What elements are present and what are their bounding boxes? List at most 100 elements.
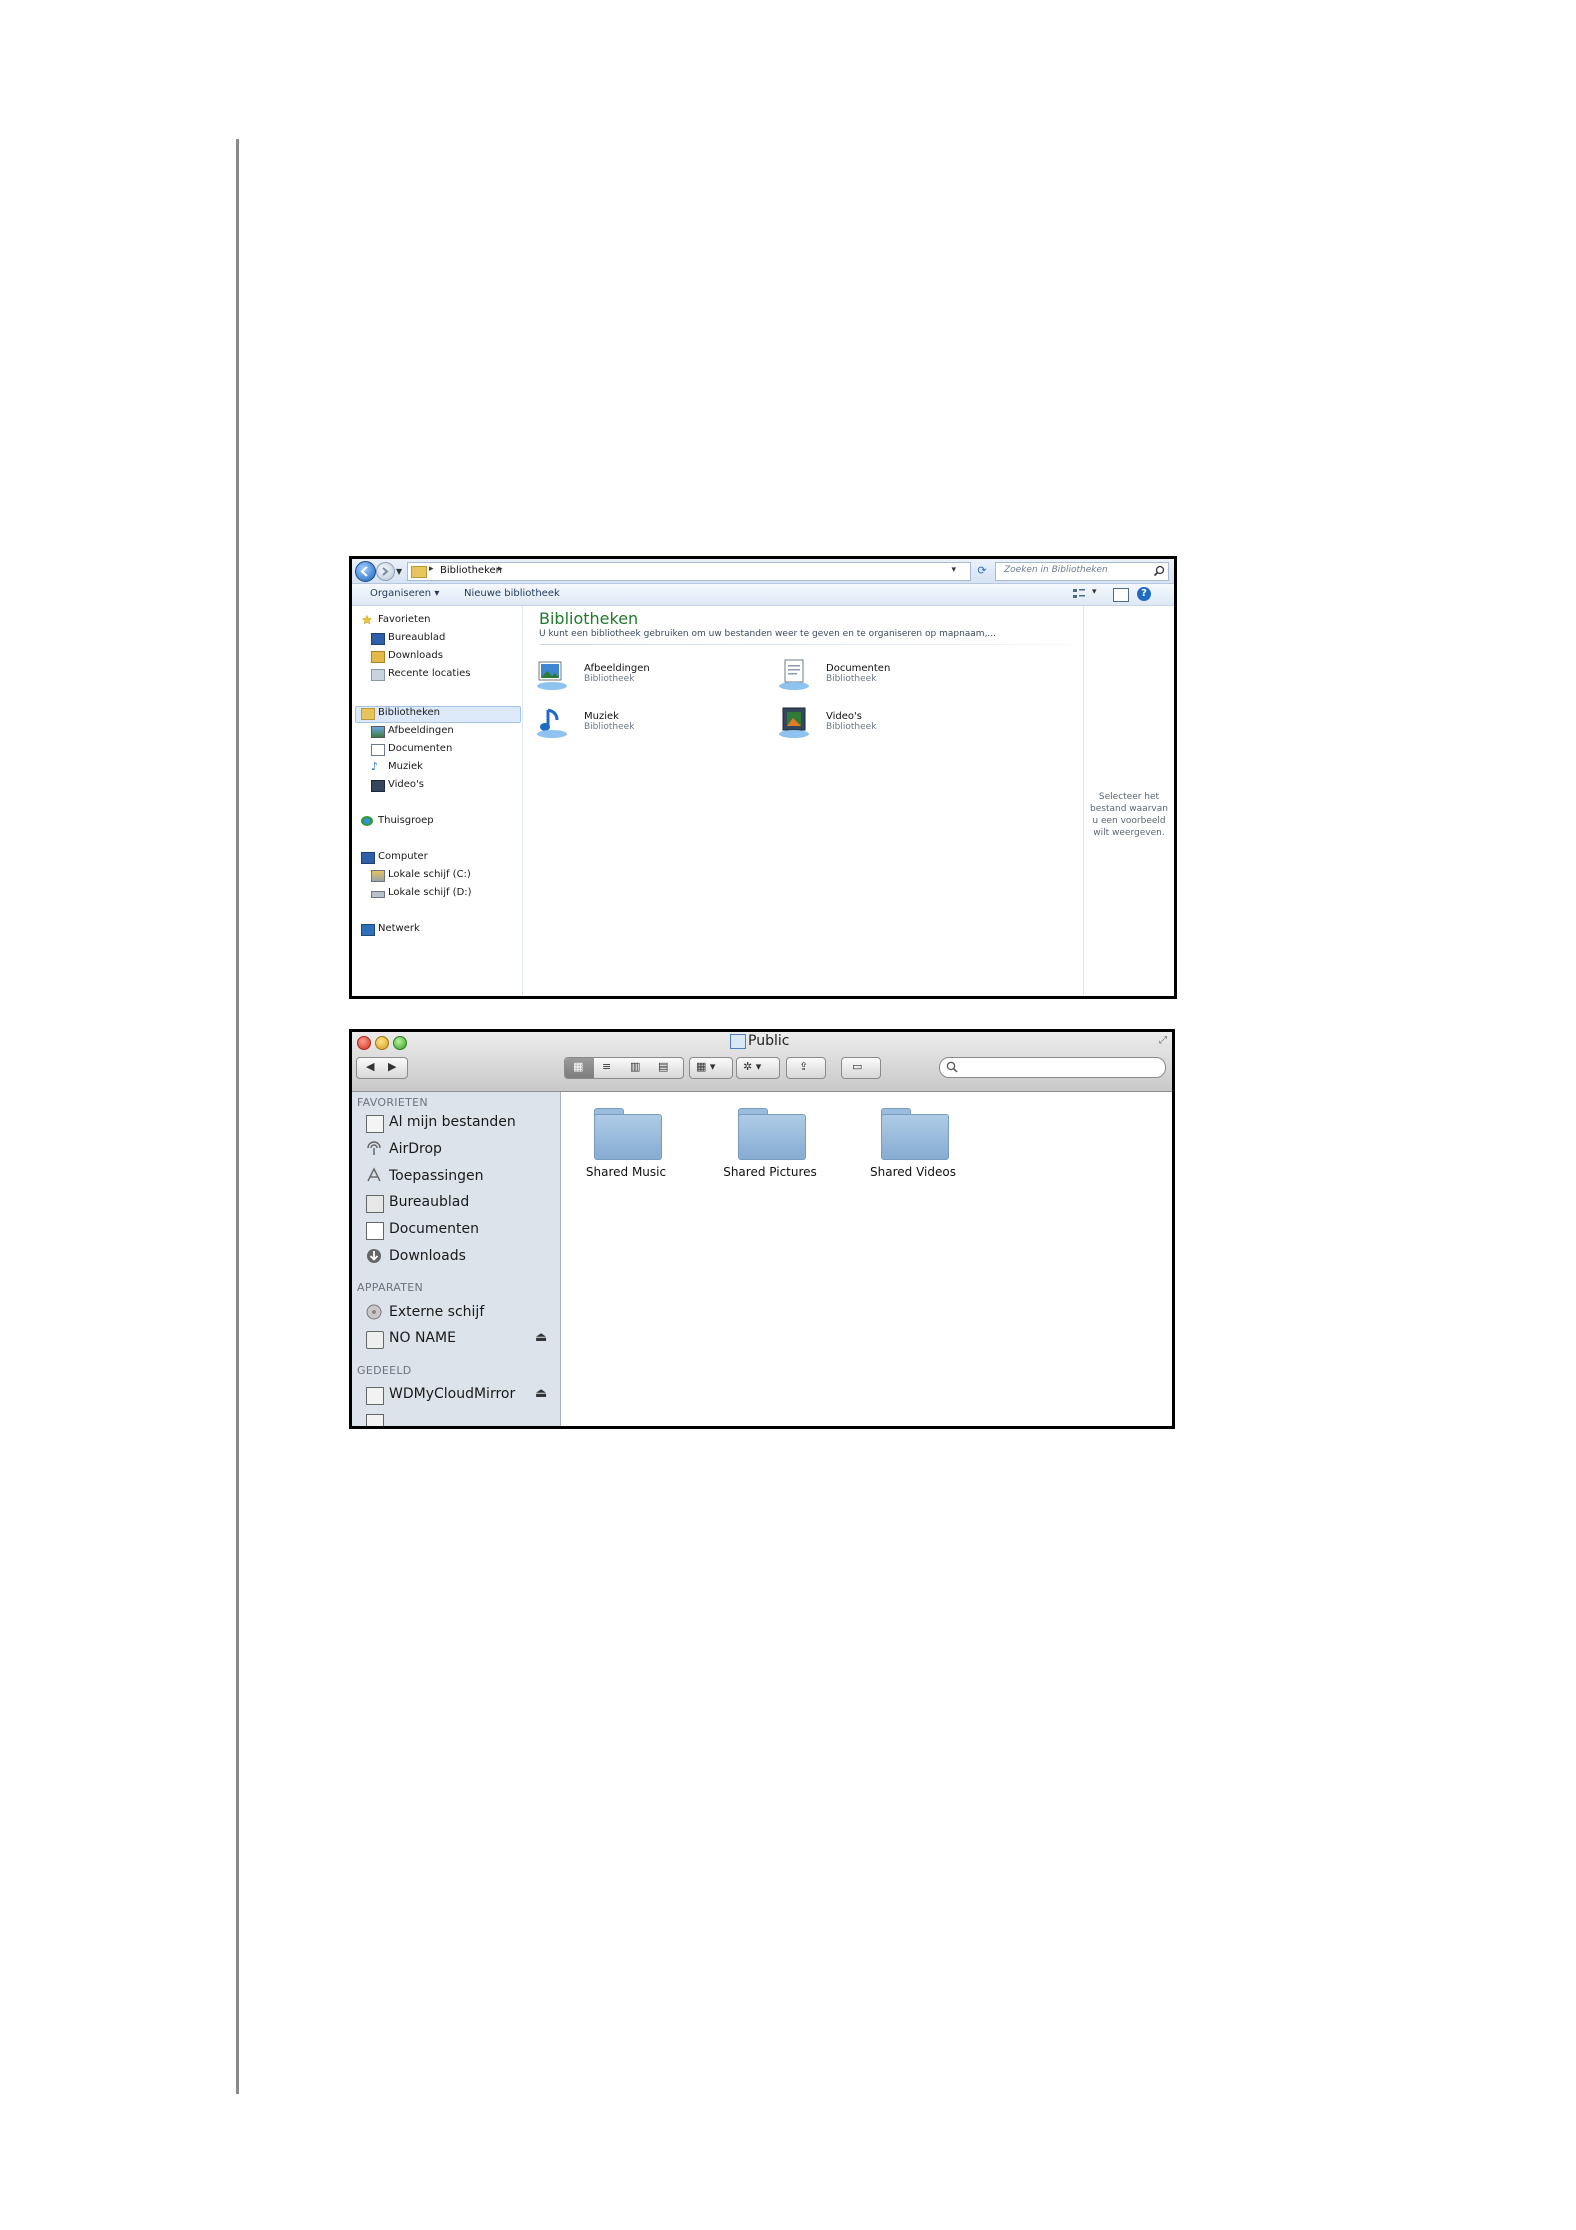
nav-item-label: Lokale schijf (C:) — [388, 869, 471, 880]
library-type: Bibliotheek — [826, 722, 877, 732]
nav-item-music[interactable]: ♪ Muziek — [371, 761, 423, 772]
nav-item-network[interactable]: Netwerk — [361, 923, 420, 936]
command-bar: Organiseren ▾ Nieuwe bibliotheek ▾ ? — [352, 584, 1174, 606]
folder-label: Shared Pictures — [723, 1165, 817, 1179]
nav-item-videos[interactable]: Video's — [371, 779, 424, 792]
folder-shared-pictures[interactable]: Shared Pictures — [710, 1098, 830, 1188]
nav-item-label: Documenten — [388, 743, 453, 754]
videos-library-icon — [779, 707, 809, 738]
nav-item-label: Recente locaties — [388, 668, 471, 679]
column-view-icon[interactable]: ▥ — [630, 1060, 640, 1073]
library-type: Bibliotheek — [826, 674, 877, 684]
view-dropdown-icon[interactable]: ▾ — [1092, 587, 1097, 597]
sidebar-item-documents[interactable]: Documenten — [389, 1221, 479, 1237]
nav-item-drive-c[interactable]: Lokale schijf (C:) — [371, 869, 471, 882]
nav-item-documents[interactable]: Documenten — [371, 743, 453, 756]
back-forward-control[interactable]: ◀ ▶ — [356, 1057, 408, 1079]
new-library-button[interactable]: Nieuwe bibliotheek — [464, 588, 560, 599]
library-item-music[interactable]: Muziek Bibliotheek — [535, 706, 735, 746]
all-files-icon — [366, 1115, 384, 1133]
nav-item-desktop[interactable]: Bureaublad — [371, 632, 446, 645]
eject-icon[interactable]: ⏏ — [535, 1386, 547, 1401]
breadcrumb-bar[interactable]: ▸ Bibliotheken ▸ ▾ — [407, 562, 971, 581]
recent-pages-dropdown[interactable]: ▼ — [396, 567, 402, 576]
tag-icon: ▭ — [852, 1060, 863, 1073]
page-description: U kunt een bibliotheek gebruiken om uw b… — [539, 629, 997, 639]
back-button[interactable] — [355, 561, 376, 582]
organize-menu[interactable]: Organiseren ▾ — [370, 588, 439, 599]
arrange-button[interactable]: ▦ ▾ — [689, 1057, 733, 1079]
sidebar-item-desktop[interactable]: Bureaublad — [389, 1194, 469, 1210]
folder-icon — [594, 1114, 662, 1160]
list-view-icon[interactable]: ≡ — [602, 1060, 611, 1073]
library-item-pictures[interactable]: Afbeeldingen Bibliotheek — [535, 658, 735, 698]
refresh-button[interactable]: ⟳ — [973, 562, 991, 579]
network-drive-icon — [366, 1387, 384, 1405]
nav-item-drive-d[interactable]: Lokale schijf (D:) — [371, 887, 472, 898]
back-arrow-icon[interactable]: ◀ — [366, 1060, 374, 1073]
nav-item-label: Bureaublad — [388, 632, 446, 643]
library-name: Afbeeldingen — [584, 663, 650, 674]
zoom-button[interactable] — [393, 1036, 407, 1050]
public-folder-icon — [730, 1034, 746, 1049]
sidebar-item-airdrop[interactable]: AirDrop — [389, 1141, 442, 1157]
nav-item-libraries[interactable]: Bibliotheken — [361, 707, 440, 720]
search-input[interactable] — [939, 1057, 1166, 1078]
sidebar-item-applications[interactable]: Toepassingen — [389, 1168, 484, 1184]
sidebar-section-favorites: FAVORIETEN — [357, 1096, 428, 1109]
preview-pane-button[interactable] — [1113, 588, 1129, 602]
music-library-icon — [537, 708, 567, 738]
close-button[interactable] — [357, 1036, 371, 1050]
breadcrumb-separator-icon[interactable]: ▸ — [498, 564, 503, 574]
library-item-documents[interactable]: Documenten Bibliotheek — [777, 658, 977, 698]
folder-shared-videos[interactable]: Shared Videos — [853, 1098, 973, 1188]
sidebar-item-downloads[interactable]: Downloads — [389, 1248, 466, 1264]
sidebar-item-no-name[interactable]: NO NAME — [389, 1330, 456, 1346]
minimize-button[interactable] — [375, 1036, 389, 1050]
action-button[interactable]: ✲ ▾ — [736, 1057, 780, 1079]
breadcrumb-separator-icon[interactable]: ▸ — [429, 564, 434, 574]
forward-arrow-icon[interactable]: ▶ — [388, 1060, 396, 1073]
coverflow-view-icon[interactable]: ▤ — [658, 1060, 668, 1073]
search-icon — [946, 1061, 958, 1073]
forward-button[interactable] — [376, 562, 395, 581]
nav-item-homegroup[interactable]: Thuisgroep — [361, 815, 434, 826]
page-title: Bibliotheken — [539, 609, 639, 628]
share-button[interactable]: ⇪ — [786, 1057, 826, 1079]
music-note-icon: ♪ — [371, 760, 379, 773]
sidebar-item-wdmycloudmirror[interactable]: WDMyCloudMirror — [389, 1386, 515, 1402]
library-name: Muziek — [584, 711, 619, 722]
disk-icon — [366, 1331, 384, 1349]
libraries-folder-icon — [361, 708, 375, 720]
library-item-videos[interactable]: Video's Bibliotheek — [777, 706, 977, 746]
homegroup-icon — [361, 816, 373, 826]
downloads-folder-icon — [371, 651, 385, 663]
computer-icon — [361, 852, 375, 864]
folder-shared-music[interactable]: Shared Music — [566, 1098, 686, 1188]
finder-content: Shared Music Shared Pictures Shared Vide… — [561, 1092, 1172, 1426]
nav-item-pictures[interactable]: Afbeeldingen — [371, 725, 454, 738]
eject-icon[interactable]: ⏏ — [535, 1330, 547, 1345]
view-mode-control[interactable]: ▦ ≡ ▥ ▤ — [564, 1057, 684, 1079]
breadcrumb-item[interactable]: Bibliotheken — [440, 565, 502, 576]
content-pane: Bibliotheken U kunt een bibliotheek gebr… — [523, 606, 1081, 996]
search-input[interactable]: Zoeken in Bibliotheken — [995, 562, 1169, 581]
network-icon — [361, 924, 375, 936]
nav-item-label: Favorieten — [378, 614, 431, 625]
nav-item-favorites[interactable]: Favorieten — [361, 614, 431, 625]
nav-item-computer[interactable]: Computer — [361, 851, 428, 864]
sidebar-item-all-files[interactable]: Al mijn bestanden — [389, 1114, 516, 1130]
nav-item-recent-places[interactable]: Recente locaties — [371, 668, 471, 681]
navigation-pane: Favorieten Bureaublad Downloads Recente … — [352, 606, 523, 996]
fullscreen-icon[interactable]: ⤢ — [1159, 1035, 1167, 1046]
folder-label: Shared Music — [585, 1165, 667, 1179]
address-dropdown-icon[interactable]: ▾ — [951, 565, 956, 575]
sidebar-item-external-disk[interactable]: Externe schijf — [389, 1304, 484, 1320]
documents-icon — [366, 1222, 384, 1240]
nav-item-downloads[interactable]: Downloads — [371, 650, 443, 663]
tags-button[interactable]: ▭ — [841, 1057, 881, 1079]
change-view-icon[interactable] — [1072, 588, 1086, 600]
applications-icon — [367, 1167, 381, 1182]
help-icon[interactable]: ? — [1137, 587, 1151, 601]
drive-c-icon — [371, 870, 385, 882]
